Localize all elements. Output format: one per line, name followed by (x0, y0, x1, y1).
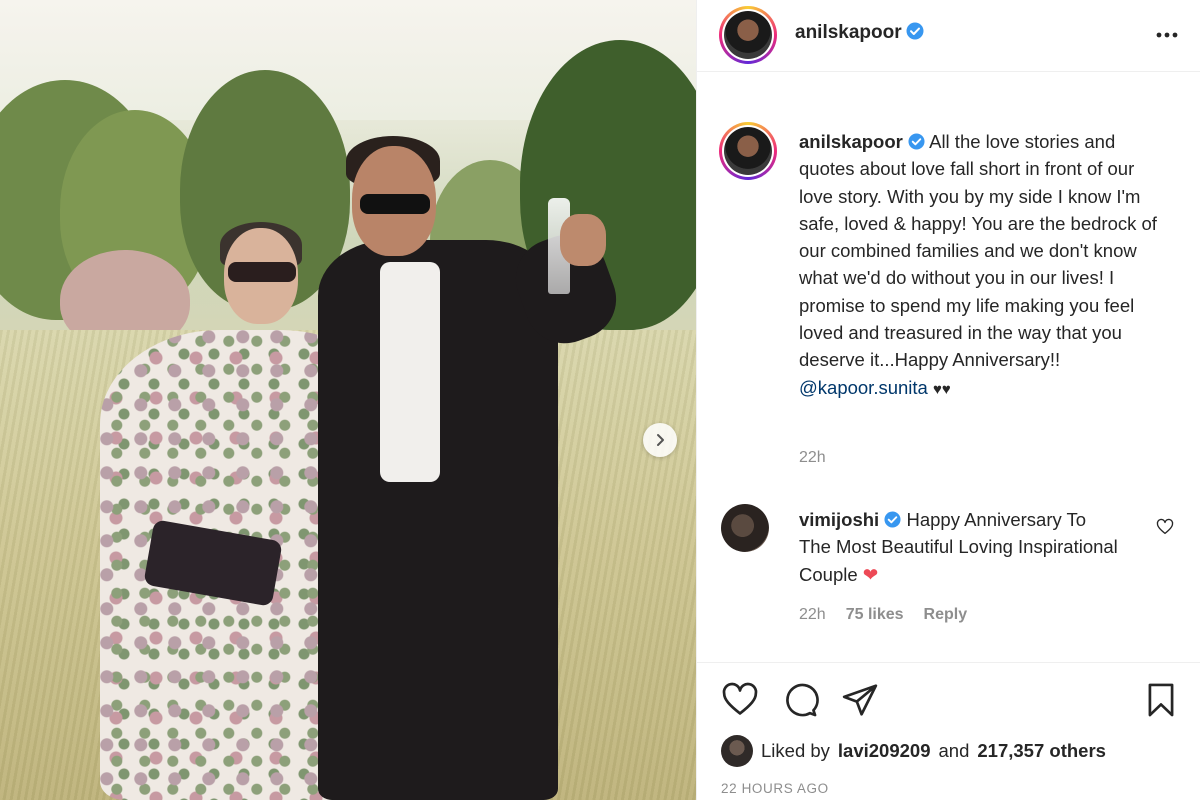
carousel-next-button[interactable] (643, 423, 677, 457)
post-caption: anilskapoor All the love stories and quo… (799, 128, 1159, 403)
post-timestamp[interactable]: 22 HOURS AGO (721, 781, 829, 796)
caption-hearts: ♥♥ (932, 380, 951, 398)
post-header: anilskapoor (697, 0, 1200, 72)
more-options-icon (1156, 32, 1178, 38)
sunglasses (360, 194, 430, 214)
comment-button[interactable] (781, 681, 819, 724)
mention-link[interactable]: @kapoor.sunita (799, 377, 928, 398)
post-actions: Liked by lavi209209 and 217,357 others 2… (697, 662, 1200, 800)
sunglasses (228, 262, 296, 282)
heart-icon (1156, 518, 1174, 535)
verified-badge-icon (884, 511, 901, 528)
more-options-button[interactable] (1154, 22, 1180, 53)
caption-avatar[interactable] (719, 122, 777, 180)
post-photo (0, 0, 696, 800)
comment-meta: 22h 75 likes Reply (799, 606, 967, 624)
verified-badge-icon (906, 22, 924, 40)
liked-by-label: Liked by (761, 740, 830, 761)
comment-like-button[interactable] (1156, 518, 1174, 541)
header-username[interactable]: anilskapoor (795, 22, 902, 43)
heart-icon (722, 682, 758, 715)
caption-timestamp[interactable]: 22h (799, 449, 826, 467)
liker-username[interactable]: lavi209209 (838, 740, 931, 762)
verified-badge-icon (908, 133, 925, 150)
reply-button[interactable]: Reply (924, 606, 968, 624)
carousel-next-icon (657, 434, 664, 446)
commenter-avatar[interactable] (721, 504, 769, 552)
caption-username[interactable]: anilskapoor (799, 131, 903, 152)
likes-summary: Liked by lavi209209 and 217,357 others (721, 735, 1106, 767)
comment-likes-count[interactable]: 75 likes (846, 606, 904, 624)
save-button[interactable] (1142, 681, 1180, 724)
post-side-panel: anilskapoor anilskapoor All the love sto… (696, 0, 1200, 800)
caption-text: All the love stories and quotes about lo… (799, 131, 1157, 371)
share-icon (842, 684, 878, 716)
liker-avatar[interactable] (721, 735, 753, 767)
profile-avatar[interactable] (719, 6, 777, 64)
bookmark-icon (1148, 683, 1174, 717)
share-button[interactable] (841, 681, 879, 724)
comment-icon (786, 683, 819, 717)
comment-body: vimijoshi Happy Anniversary To The Most … (799, 506, 1119, 588)
likes-others-count[interactable]: 217,357 others (977, 740, 1106, 762)
white-shirt (380, 262, 440, 482)
like-button[interactable] (721, 681, 759, 724)
comment-username[interactable]: vimijoshi (799, 509, 879, 530)
liked-and-label: and (938, 740, 970, 761)
red-heart-emoji: ❤ (862, 563, 879, 585)
comment-timestamp[interactable]: 22h (799, 606, 826, 624)
